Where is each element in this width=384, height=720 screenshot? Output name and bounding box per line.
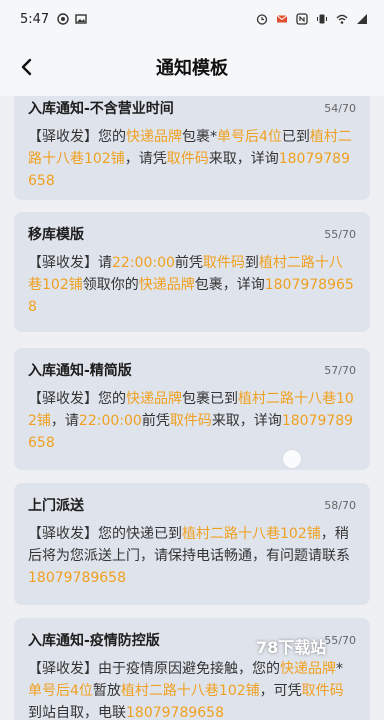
template-text: 领取你的: [82, 277, 139, 293]
location-icon: [57, 13, 69, 25]
template-text: 【驿收发】您的: [28, 129, 126, 145]
template-text: 前凭: [174, 255, 203, 271]
template-variable: 单号后4位: [28, 683, 93, 699]
template-title: 入库通知-精简版: [28, 363, 132, 379]
template-variable: 18079789658: [126, 705, 224, 720]
template-card[interactable]: 入库通知-不含营业时间 54/70 【驿收发】您的快递品牌包裹*单号后4位已到植…: [14, 96, 370, 200]
template-text: 包裹，详询: [194, 277, 265, 293]
template-body: 【驿收发】由于疫情原因避免接触，您的快递品牌* 单号后4位暂放植村二路十八巷102…: [28, 658, 356, 720]
chevron-left-icon: [21, 58, 32, 76]
template-count: 54/70: [324, 101, 356, 115]
template-text: 包裹*: [182, 129, 217, 145]
template-list[interactable]: 入库通知-不含营业时间 54/70 【驿收发】您的快递品牌包裹*单号后4位已到植…: [0, 96, 384, 720]
template-body: 【驿收发】您的快递品牌包裹*单号后4位已到植村二路十八巷102铺，请凭取件码来取…: [28, 126, 356, 192]
template-title: 入库通知-疫情防控版: [28, 633, 160, 649]
template-text: 包裹已到: [182, 391, 238, 407]
image-icon: [75, 14, 87, 24]
template-title: 移库模版: [28, 227, 84, 243]
template-variable: 快递品牌: [126, 129, 182, 145]
watermark-logo: 78下载站: [256, 638, 327, 657]
template-text: 【驿收发】由于疫情原因避免接触，您的: [28, 661, 280, 677]
template-text: 【驿收发】您的快递已到: [28, 526, 182, 542]
template-title: 上门派送: [28, 498, 84, 514]
template-text: 【驿收发】您的: [28, 391, 126, 407]
template-text: 【驿收发】请: [28, 255, 112, 271]
template-variable: 18079789658: [28, 570, 126, 586]
template-text: *: [336, 661, 343, 677]
alarm-icon: [256, 14, 268, 25]
mail-icon: [276, 15, 288, 23]
template-card[interactable]: 入库通知-精简版 57/70 【驿收发】您的快递品牌包裹已到植村二路十八巷102…: [14, 348, 370, 470]
template-body: 【驿收发】请22:00:00前凭取件码到植村二路十八巷102铺领取你的快递品牌包…: [28, 252, 356, 318]
template-text: 前凭: [141, 413, 170, 429]
template-title: 入库通知-不含营业时间: [28, 101, 174, 117]
template-text: 已到: [281, 129, 310, 145]
template-text: ，可凭: [259, 683, 302, 699]
page-title: 通知模板: [156, 58, 228, 79]
template-text: ，请凭: [124, 151, 167, 167]
template-variable: 植村二路十八巷102铺: [120, 683, 260, 699]
template-body: 【驿收发】您的快递品牌包裹已到植村二路十八巷102铺，请22:00:00前凭取件…: [28, 388, 356, 454]
floating-touch-dot[interactable]: [283, 450, 301, 468]
template-variable: 22:00:00: [112, 255, 175, 271]
status-time: 5:47: [20, 11, 50, 27]
template-text: 到: [244, 255, 259, 271]
template-variable: 取件码: [166, 151, 209, 167]
template-body: 【驿收发】您的快递已到植村二路十八巷102铺，稍后将为您派送上门，请保持电话畅通…: [28, 523, 356, 589]
template-variable: 单号后4位: [217, 129, 282, 145]
template-variable: 22:00:00: [78, 413, 142, 429]
template-text: 到站自取，电联: [28, 705, 126, 720]
nfc-icon: [296, 13, 308, 25]
template-card[interactable]: 上门派送 58/70 【驿收发】您的快递已到植村二路十八巷102铺，稍后将为您派…: [14, 483, 370, 605]
template-variable: 快递品牌: [126, 391, 182, 407]
template-text: 来取，详询: [208, 151, 279, 167]
template-count: 55/70: [324, 633, 356, 647]
template-variable: 快递品牌: [280, 661, 336, 677]
back-button[interactable]: [12, 52, 42, 82]
template-count: 55/70: [324, 227, 356, 241]
template-count: 58/70: [324, 498, 356, 512]
signal-icon: [357, 14, 367, 24]
template-count: 57/70: [324, 363, 356, 377]
template-variable: 取件码: [202, 255, 245, 271]
template-variable: 取件码: [301, 683, 344, 699]
template-variable: 植村二路十八巷102铺: [182, 526, 321, 542]
wifi-icon: [336, 14, 348, 24]
template-card[interactable]: 移库模版 55/70 【驿收发】请22:00:00前凭取件码到植村二路十八巷10…: [14, 212, 370, 332]
template-text: 暂放: [92, 683, 121, 699]
template-variable: 取件码: [169, 413, 212, 429]
template-text: ，请: [50, 413, 79, 429]
status-bar: 5:47: [0, 0, 384, 38]
nav-bar: 通知模板: [0, 38, 384, 96]
template-variable: 快递品牌: [138, 277, 195, 293]
vibrate-icon: [317, 14, 327, 24]
template-text: 来取，详询: [211, 413, 282, 429]
